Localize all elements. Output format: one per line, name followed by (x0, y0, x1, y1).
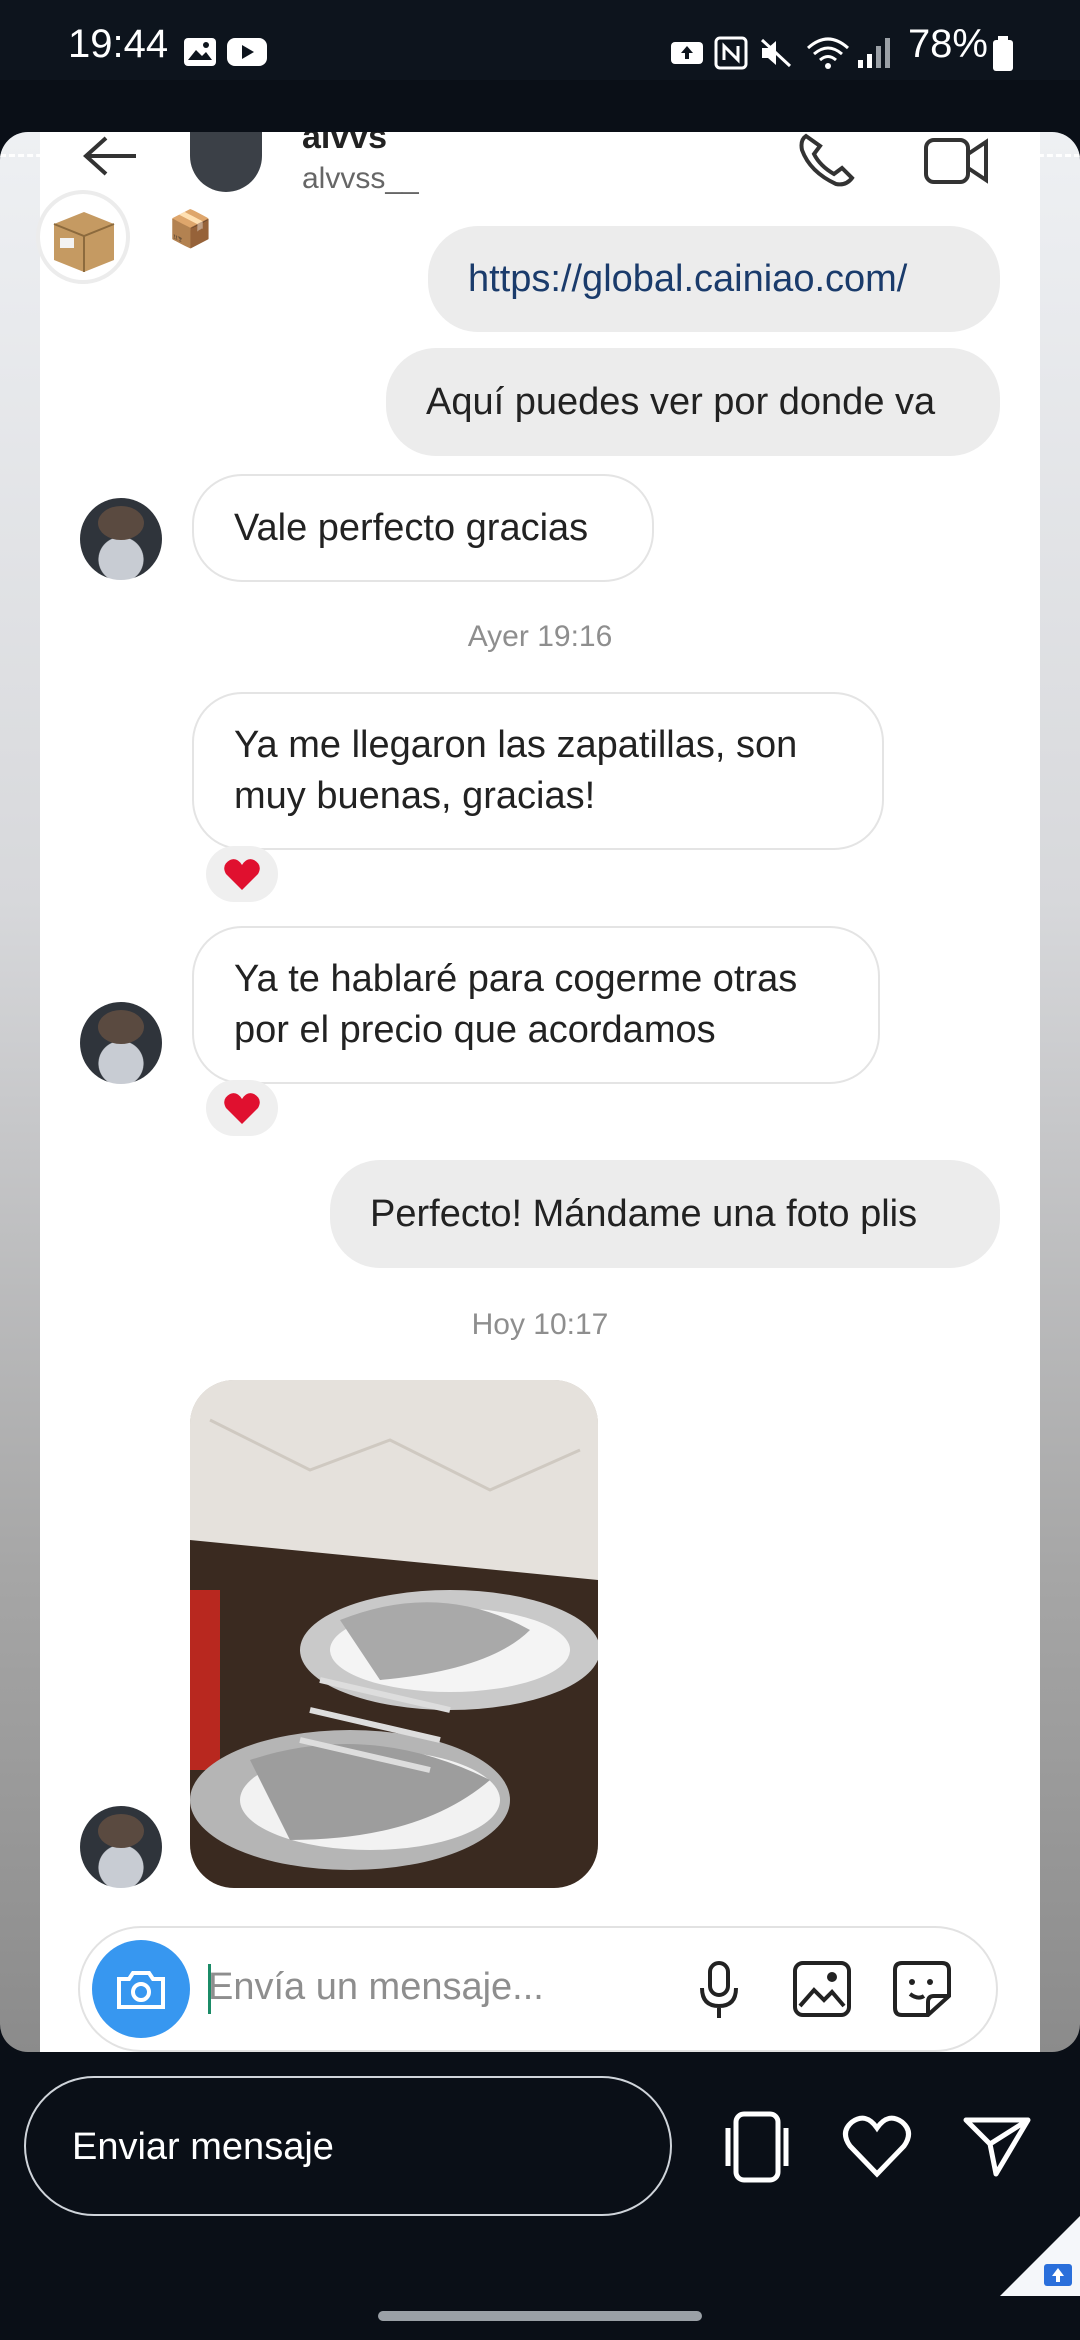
group-avatar[interactable] (36, 190, 130, 284)
nfc-icon (714, 36, 748, 70)
message-incoming[interactable]: Ya me llegaron las zapatillas, son muy b… (192, 692, 884, 850)
battery-icon (993, 36, 1013, 71)
youtube-notification-icon (227, 38, 267, 66)
chat-handle: alvvss__ (302, 162, 419, 195)
sticker-icon[interactable] (892, 1960, 952, 2018)
sender-avatar[interactable] (80, 1806, 162, 1888)
message-text-line: por el precio que acordamos (234, 1009, 716, 1051)
signal-icon (858, 38, 890, 68)
folder-icon (1000, 2216, 1080, 2296)
heart-reaction[interactable] (206, 846, 278, 902)
message-incoming[interactable]: Vale perfecto gracias (192, 474, 654, 582)
message-text-line: muy buenas, gracias! (234, 775, 596, 817)
microphone-icon[interactable] (696, 1960, 742, 2020)
sender-avatar[interactable] (80, 498, 162, 580)
secure-folder-badge[interactable] (1000, 2216, 1080, 2296)
phone-rotate-icon[interactable] (720, 2110, 794, 2184)
message-timestamp: Ayer 19:16 (467, 620, 613, 653)
more-options-icon[interactable] (1000, 208, 1016, 260)
heart-icon (224, 859, 260, 890)
message-input-placeholder[interactable]: Envía un mensaje... (208, 1966, 544, 2009)
box-icon (53, 212, 115, 272)
mute-icon (760, 38, 792, 68)
sneakers-photo (190, 1380, 598, 1888)
status-time: 19:44 (68, 22, 169, 66)
sender-avatar[interactable] (80, 1002, 162, 1084)
message-text-line: Ya te hablaré para cogerme otras (234, 958, 798, 1000)
message-outgoing[interactable]: Aquí puedes ver por donde va (386, 348, 1000, 456)
message-text-line: Ya me llegaron las zapatillas, son (234, 724, 798, 766)
home-indicator[interactable] (378, 2311, 702, 2321)
message-outgoing[interactable]: Perfecto! Mándame una foto plis (330, 1160, 1000, 1268)
heart-reaction[interactable] (206, 1080, 278, 1136)
message-text: Vale perfecto gracias (234, 506, 589, 549)
story-reply-placeholder[interactable]: Enviar mensaje (72, 2126, 334, 2169)
message-link[interactable]: https://global.cainiao.com/ (468, 254, 907, 305)
photo-message[interactable] (190, 1380, 598, 1888)
message-outgoing[interactable]: https://global.cainiao.com/ (428, 226, 1000, 332)
video-call-icon[interactable] (922, 132, 990, 188)
gallery-icon[interactable] (792, 1960, 852, 2018)
back-arrow-icon[interactable] (80, 134, 140, 178)
phone-call-icon[interactable] (796, 132, 858, 188)
wifi-icon (806, 37, 850, 69)
like-heart-icon[interactable] (842, 2114, 912, 2178)
message-timestamp: Hoy 10:17 (471, 1308, 609, 1341)
chat-username: alvvs (302, 132, 388, 156)
status-bar: 19:44 78% (0, 0, 1080, 80)
upload-status-icon (671, 42, 703, 64)
camera-icon (117, 1971, 165, 2009)
heart-icon (224, 1093, 260, 1124)
battery-percent: 78% (907, 22, 988, 66)
camera-button[interactable] (92, 1940, 190, 2038)
screenshot-divider (0, 154, 1080, 157)
message-text: Perfecto! Mándame una foto plis (370, 1192, 918, 1235)
gallery-notification-icon (184, 38, 216, 66)
send-icon[interactable] (962, 2114, 1032, 2178)
message-text: Aquí puedes ver por donde va (426, 380, 936, 423)
message-incoming[interactable]: Ya te hablaré para cogerme otras por el … (192, 926, 880, 1084)
group-name: 📦Pedido² (168, 208, 345, 249)
